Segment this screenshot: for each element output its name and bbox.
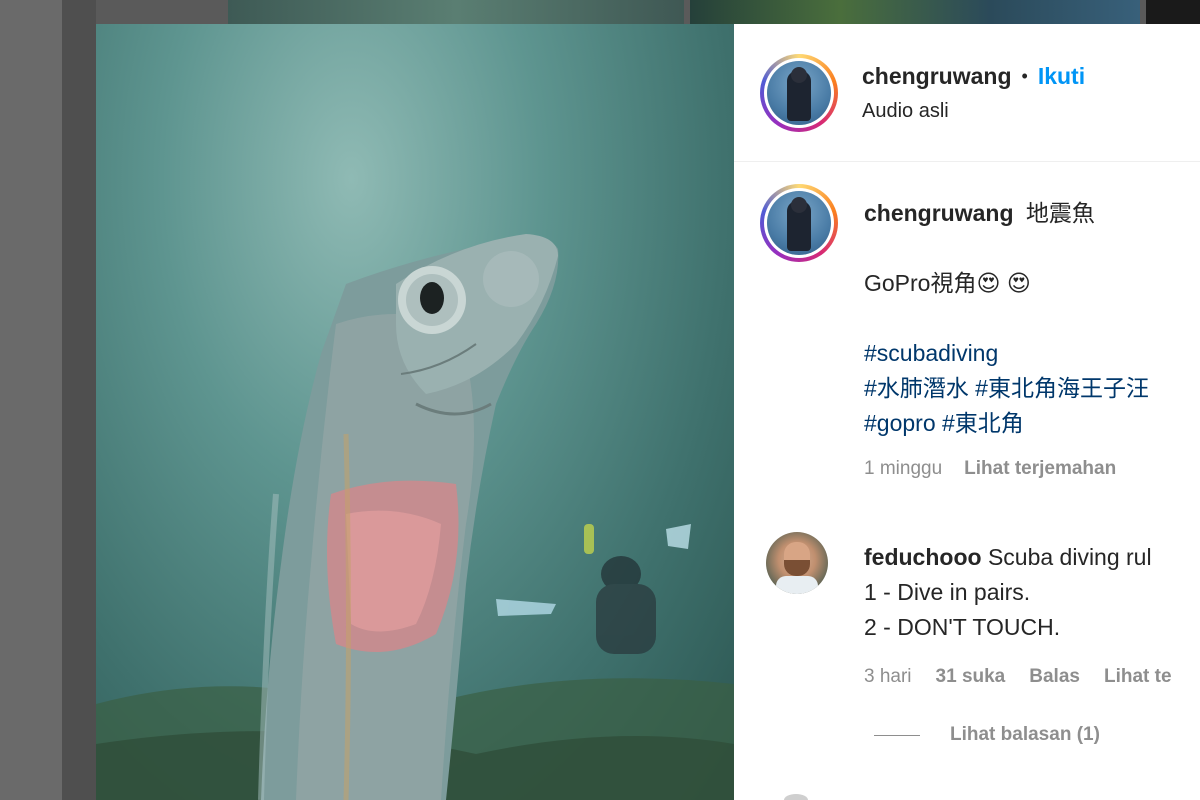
follow-button[interactable]: Ikuti bbox=[1038, 63, 1085, 90]
next-comment-avatar bbox=[784, 794, 808, 800]
post-header: chengruwang • Ikuti Audio asli bbox=[734, 24, 1200, 162]
audio-label[interactable]: Audio asli bbox=[862, 100, 1085, 123]
caption-timestamp[interactable]: 1 minggu bbox=[864, 451, 942, 486]
comment-body: feduchooo Scuba diving rul 1 - Dive in p… bbox=[864, 540, 1200, 694]
caption-text: 地震魚 bbox=[1025, 200, 1095, 226]
post-side-panel: chengruwang • Ikuti Audio asli chengruwa… bbox=[734, 24, 1200, 800]
backdrop-strip bbox=[0, 0, 62, 800]
header-text: chengruwang • Ikuti Audio asli bbox=[862, 63, 1085, 123]
view-replies-button[interactable]: Lihat balasan (1) bbox=[874, 724, 1100, 746]
feed-thumbnail[interactable] bbox=[228, 0, 684, 24]
view-replies-label: Lihat balasan (1) bbox=[950, 724, 1100, 745]
separator-dot: • bbox=[1021, 65, 1028, 86]
heart-eyes-emoji-icon: 😍 bbox=[1006, 270, 1031, 296]
oarfish-video-frame bbox=[96, 234, 734, 800]
replies-divider bbox=[874, 734, 920, 736]
author-username[interactable]: chengruwang bbox=[862, 63, 1012, 90]
hashtag-link[interactable]: #水肺潛水 #東北角海王子汪 bbox=[864, 371, 1200, 406]
comment-text: Scuba diving rul bbox=[987, 544, 1152, 570]
feed-thumbnail[interactable] bbox=[1146, 0, 1200, 24]
comment-line-3: 2 - DON'T TOUCH. bbox=[864, 614, 1061, 640]
story-ring[interactable] bbox=[760, 53, 838, 132]
comment-translate-link[interactable]: Lihat te bbox=[1104, 659, 1172, 694]
post-modal: chengruwang • Ikuti Audio asli chengruwa… bbox=[96, 24, 1200, 800]
caption-line-2: GoPro視角 bbox=[864, 270, 977, 296]
comment-likes[interactable]: 31 suka bbox=[936, 659, 1006, 694]
diver-avatar-icon[interactable] bbox=[767, 191, 831, 255]
caption-avatar-ring[interactable] bbox=[760, 184, 838, 262]
heart-eyes-emoji-icon: 😍 bbox=[976, 270, 1001, 296]
hashtag-link[interactable]: #gopro #東北角 bbox=[864, 406, 1200, 441]
person-avatar-icon[interactable] bbox=[766, 532, 828, 594]
comment-timestamp[interactable]: 3 hari bbox=[864, 659, 912, 694]
backdrop-strip bbox=[62, 0, 96, 800]
translate-link[interactable]: Lihat terjemahan bbox=[964, 451, 1116, 486]
hashtag-link[interactable]: #scubadiving bbox=[864, 336, 1200, 371]
diver-avatar-icon[interactable] bbox=[767, 60, 831, 125]
reply-button[interactable]: Balas bbox=[1029, 659, 1080, 694]
post-video[interactable] bbox=[96, 24, 734, 800]
caption-meta: 1 minggu Lihat terjemahan bbox=[864, 451, 1200, 486]
commenter-username[interactable]: feduchooo bbox=[864, 544, 982, 570]
comment-line-2: 1 - Dive in pairs. bbox=[864, 579, 1031, 605]
comment-meta: 3 hari 31 suka Balas Lihat te bbox=[864, 659, 1200, 694]
feed-thumbnail[interactable] bbox=[690, 0, 1140, 24]
caption-body: chengruwang 地震魚 GoPro視角😍 😍 #scubadiving … bbox=[864, 196, 1200, 486]
caption-username[interactable]: chengruwang bbox=[864, 200, 1014, 226]
